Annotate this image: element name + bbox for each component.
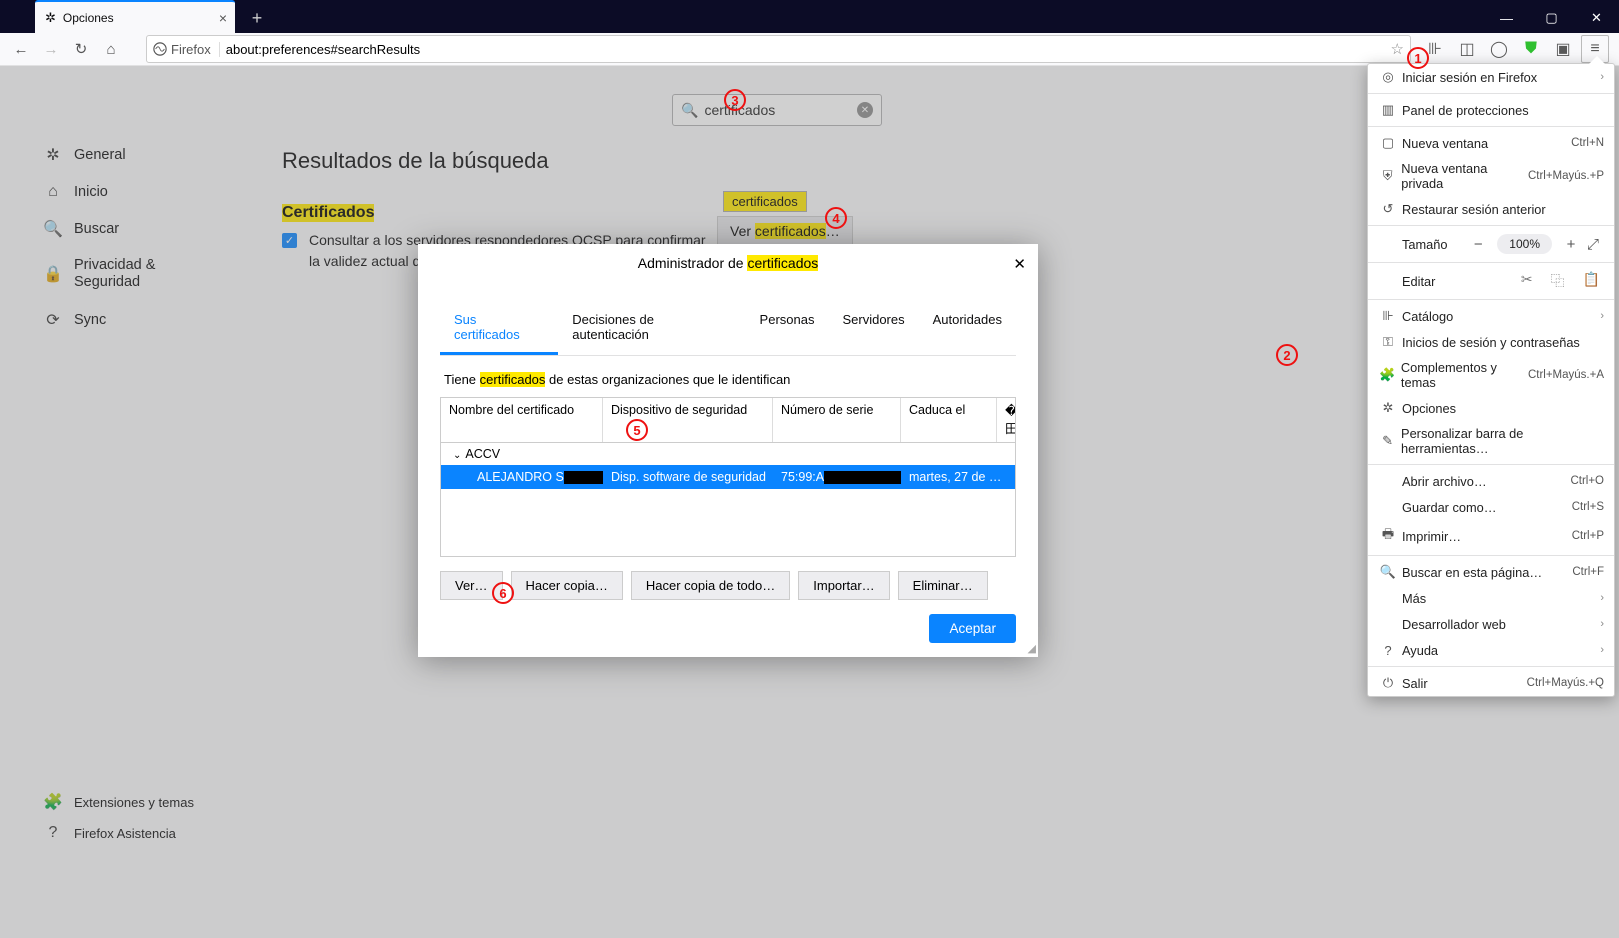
gear-icon: ✲ (45, 10, 56, 26)
identity-box[interactable]: Firefox (153, 42, 220, 57)
mask-icon: ⛨ (1378, 168, 1397, 184)
window-maximize-icon[interactable]: ▢ (1529, 3, 1574, 33)
tab-title: Opciones (63, 11, 114, 25)
accept-button[interactable]: Aceptar (929, 614, 1016, 643)
cut-icon[interactable]: ✂ (1521, 271, 1533, 291)
menu-new-window[interactable]: ▢Nueva ventanaCtrl+N (1368, 130, 1614, 156)
certificates-table: Nombre del certificado Dispositivo de se… (440, 397, 1016, 557)
zoom-out-button[interactable]: − (1467, 236, 1489, 253)
app-menu-panel: ◎Iniciar sesión en Firefox› ▥Panel de pr… (1367, 63, 1615, 697)
menu-restore-session[interactable]: ↺Restaurar sesión anterior (1368, 196, 1614, 222)
dashboard-icon: ▥ (1378, 102, 1398, 118)
tab-close-icon[interactable]: × (219, 10, 227, 26)
tab-people[interactable]: Personas (746, 302, 829, 355)
menu-protections[interactable]: ▥Panel de protecciones (1368, 97, 1614, 123)
annotation-6: 6 (492, 582, 514, 604)
resize-handle-icon[interactable]: ◢ (1028, 642, 1036, 655)
menu-exit[interactable]: ⏻SalirCtrl+Mayús.+Q (1368, 670, 1614, 696)
chevron-right-icon: › (1600, 592, 1604, 604)
restore-icon: ↺ (1378, 201, 1398, 217)
sidebar-icon[interactable]: ◫ (1453, 35, 1481, 63)
bookmark-star-icon[interactable]: ☆ (1391, 40, 1404, 58)
tab-servers[interactable]: Servidores (828, 302, 918, 355)
dialog-tabs: Sus certificados Decisiones de autentica… (440, 302, 1016, 356)
dialog-description: Tiene certificados de estas organizacion… (444, 372, 1012, 387)
delete-button[interactable]: Eliminar… (898, 571, 988, 600)
back-button[interactable]: ← (6, 35, 36, 63)
reload-button[interactable]: ↻ (66, 35, 96, 63)
menu-save-as[interactable]: Guardar como…Ctrl+S (1368, 494, 1614, 520)
power-icon: ⏻ (1378, 675, 1398, 691)
menu-library[interactable]: ⊪Catálogo› (1368, 303, 1614, 329)
chevron-right-icon: › (1600, 71, 1604, 83)
library-icon: ⊪ (1378, 308, 1398, 324)
tab-auth-decisions[interactable]: Decisiones de autenticación (558, 302, 745, 355)
paste-icon[interactable]: 📋 (1583, 271, 1600, 291)
menu-new-private[interactable]: ⛨Nueva ventana privadaCtrl+Mayús.+P (1368, 156, 1614, 196)
zoom-in-button[interactable]: + (1560, 236, 1582, 253)
home-button[interactable]: ⌂ (96, 35, 126, 63)
dialog-title: Administrador de certificados ✕ (418, 244, 1038, 282)
menu-addons[interactable]: 🧩Complementos y temasCtrl+Mayús.+A (1368, 355, 1614, 395)
tracking-icon[interactable]: ▣ (1549, 35, 1577, 63)
account-icon[interactable]: ◯ (1485, 35, 1513, 63)
certificate-row[interactable]: ALEJANDRO S Disp. software de seguridad … (441, 465, 1015, 489)
annotation-2: 2 (1276, 344, 1298, 366)
backup-button[interactable]: Hacer copia… (511, 571, 623, 600)
tab-authorities[interactable]: Autoridades (919, 302, 1016, 355)
window-close-icon[interactable]: ✕ (1574, 3, 1619, 33)
chevron-right-icon: › (1600, 310, 1604, 322)
chevron-down-icon: ⌄ (453, 450, 461, 461)
table-header: Nombre del certificado Dispositivo de se… (441, 398, 1015, 443)
gear-icon: ✲ (1378, 400, 1398, 416)
shield-icon[interactable]: ⛊ (1517, 35, 1545, 63)
zoom-reset-button[interactable]: 100% (1497, 234, 1552, 254)
navigation-toolbar: ← → ↻ ⌂ Firefox about:preferences#search… (0, 33, 1619, 66)
menu-customize[interactable]: ✎Personalizar barra de herramientas… (1368, 421, 1614, 461)
chevron-right-icon: › (1600, 644, 1604, 656)
url-bar[interactable]: Firefox about:preferences#searchResults … (146, 35, 1411, 63)
tab-your-certificates[interactable]: Sus certificados (440, 302, 558, 355)
menu-webdev[interactable]: Desarrollador web› (1368, 611, 1614, 637)
column-picker-icon[interactable]: �田 (997, 398, 1015, 442)
menu-more[interactable]: Más› (1368, 585, 1614, 611)
paint-icon: ✎ (1378, 433, 1397, 449)
menu-logins[interactable]: ⚿Inicios de sesión y contraseñas (1368, 329, 1614, 355)
fullscreen-button[interactable]: ⤢ (1582, 236, 1604, 253)
titlebar: ✲ Opciones × + — ▢ ✕ (0, 0, 1619, 33)
url-text: about:preferences#searchResults (226, 42, 420, 57)
question-icon: ? (1378, 643, 1398, 658)
dialog-close-button[interactable]: ✕ (1013, 255, 1026, 273)
menu-find[interactable]: 🔍Buscar en esta página…Ctrl+F (1368, 559, 1614, 585)
account-icon: ◎ (1378, 69, 1398, 85)
menu-open-file[interactable]: Abrir archivo…Ctrl+O (1368, 468, 1614, 494)
print-icon: 🖶 (1378, 525, 1398, 547)
backup-all-button[interactable]: Hacer copia de todo… (631, 571, 790, 600)
annotation-5: 5 (626, 419, 648, 441)
window-minimize-icon[interactable]: — (1484, 3, 1529, 33)
forward-button[interactable]: → (36, 35, 66, 63)
menu-help[interactable]: ?Ayuda› (1368, 637, 1614, 663)
search-icon: 🔍 (1378, 564, 1398, 580)
new-tab-button[interactable]: + (243, 3, 271, 33)
header-name[interactable]: Nombre del certificado (441, 398, 603, 442)
copy-icon[interactable]: ⿻ (1551, 271, 1565, 291)
puzzle-icon: 🧩 (1378, 367, 1397, 383)
header-expires[interactable]: Caduca el (901, 398, 997, 442)
cert-group-accv[interactable]: ⌄ACCV (441, 443, 1015, 465)
menu-print[interactable]: 🖶Imprimir…Ctrl+P (1368, 520, 1614, 552)
chevron-right-icon: › (1600, 618, 1604, 630)
key-icon: ⚿ (1378, 334, 1398, 350)
menu-edit: Editar ✂⿻📋 (1368, 266, 1614, 296)
import-button[interactable]: Importar… (798, 571, 889, 600)
header-serial[interactable]: Número de serie (773, 398, 901, 442)
browser-tab[interactable]: ✲ Opciones × (35, 0, 235, 33)
annotation-3: 3 (724, 89, 746, 111)
menu-signin[interactable]: ◎Iniciar sesión en Firefox› (1368, 64, 1614, 90)
menu-options[interactable]: ✲Opciones (1368, 395, 1614, 421)
annotation-1: 1 (1407, 47, 1429, 69)
annotation-4: 4 (825, 207, 847, 229)
menu-zoom: Tamaño − 100% + ⤢ (1368, 229, 1614, 259)
window-icon: ▢ (1378, 135, 1398, 151)
